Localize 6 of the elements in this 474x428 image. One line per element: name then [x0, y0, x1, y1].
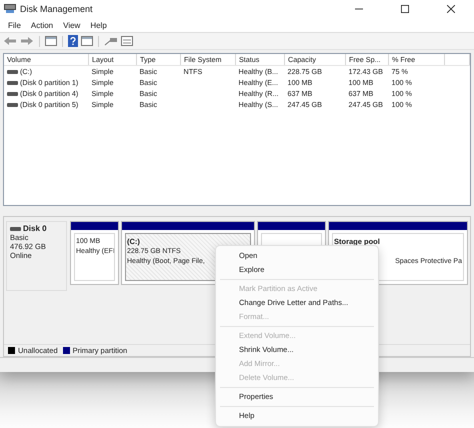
- menu-item[interactable]: Help: [85, 20, 112, 30]
- disk-name: Disk 0: [23, 224, 47, 233]
- menu-item[interactable]: Action: [26, 20, 58, 30]
- window-title: Disk Management: [20, 4, 93, 14]
- menu-item[interactable]: View: [58, 20, 86, 30]
- menu-item[interactable]: File: [3, 20, 26, 30]
